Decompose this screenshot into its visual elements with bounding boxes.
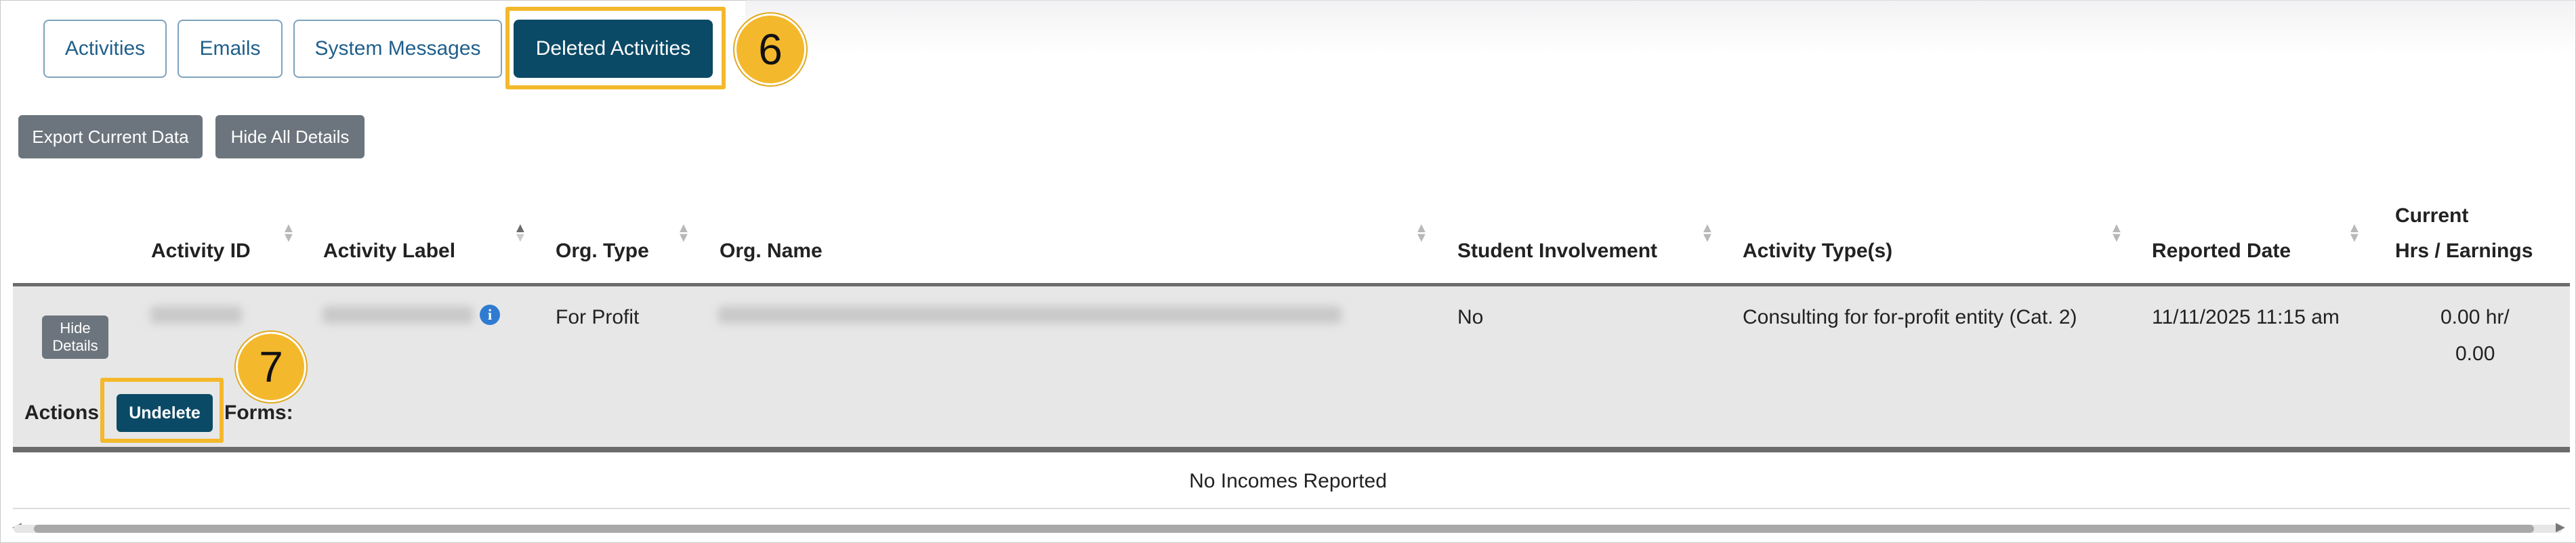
header-activity-id[interactable]: Activity ID (151, 240, 251, 263)
hide-details-line2: Details (52, 337, 98, 354)
sort-icon[interactable]: ▲ ▼ (1415, 221, 1428, 244)
org-type-value: For Profit (556, 306, 640, 328)
row-bottom-rule (13, 447, 2570, 452)
activity-id-value (150, 306, 242, 324)
no-incomes-message: No Incomes Reported (1189, 470, 1387, 492)
header-current[interactable]: Current (2395, 204, 2468, 227)
tab-highlight (505, 7, 726, 89)
header-activity-types[interactable]: Activity Type(s) (1743, 240, 1892, 263)
undelete-highlight (100, 378, 224, 443)
sort-icon[interactable]: ▲ ▼ (2110, 221, 2123, 244)
hide-details-button[interactable]: Hide Details (42, 316, 108, 359)
header-org-name[interactable]: Org. Name (720, 240, 823, 263)
activity-label-value (323, 306, 473, 324)
reported-date-value: 11/11/2025 11:15 am (2152, 306, 2340, 328)
actions-label: Actions (24, 401, 100, 424)
header-org-type[interactable]: Org. Type (556, 240, 649, 263)
earnings-value: 0.00 (2455, 343, 2495, 365)
scrollbar-thumb[interactable] (34, 525, 2534, 533)
info-icon[interactable]: i (480, 305, 500, 325)
hide-details-line1: Hide (60, 320, 91, 336)
org-name-value (718, 306, 1342, 324)
callout-7: 7 (236, 332, 306, 402)
table-bottom-divider (13, 508, 2570, 509)
forms-label: Forms: (224, 401, 293, 424)
export-current-data-button[interactable]: Export Current Data (18, 115, 203, 158)
sort-icon[interactable]: ▲ ▼ (282, 221, 295, 244)
callout-6: 6 (734, 14, 806, 85)
hide-all-details-button[interactable]: Hide All Details (215, 115, 365, 158)
page-frame (0, 0, 2576, 543)
student-involvement-value: No (1457, 306, 1484, 328)
sort-icon[interactable]: ▲ ▼ (677, 221, 690, 244)
tab-system-messages[interactable]: System Messages (293, 20, 502, 78)
scroll-right-icon[interactable]: ▶ (2556, 520, 2565, 534)
sort-icon[interactable]: ▲ ▼ (1701, 221, 1714, 244)
header-student-involvement[interactable]: Student Involvement (1457, 240, 1657, 263)
sort-icon[interactable]: ▲ ▼ (514, 221, 527, 244)
header-activity-label[interactable]: Activity Label (323, 240, 455, 263)
tab-activities[interactable]: Activities (43, 20, 167, 78)
tab-emails[interactable]: Emails (178, 20, 283, 78)
top-shadow (745, 0, 2575, 54)
activity-types-value: Consulting for for-profit entity (Cat. 2… (1743, 306, 2077, 328)
sort-icon[interactable]: ▲ ▼ (2348, 221, 2361, 244)
header-reported-date[interactable]: Reported Date (2152, 240, 2291, 263)
header-hrs-earnings[interactable]: Hrs / Earnings (2395, 240, 2533, 263)
hours-value: 0.00 hr/ (2440, 306, 2510, 328)
